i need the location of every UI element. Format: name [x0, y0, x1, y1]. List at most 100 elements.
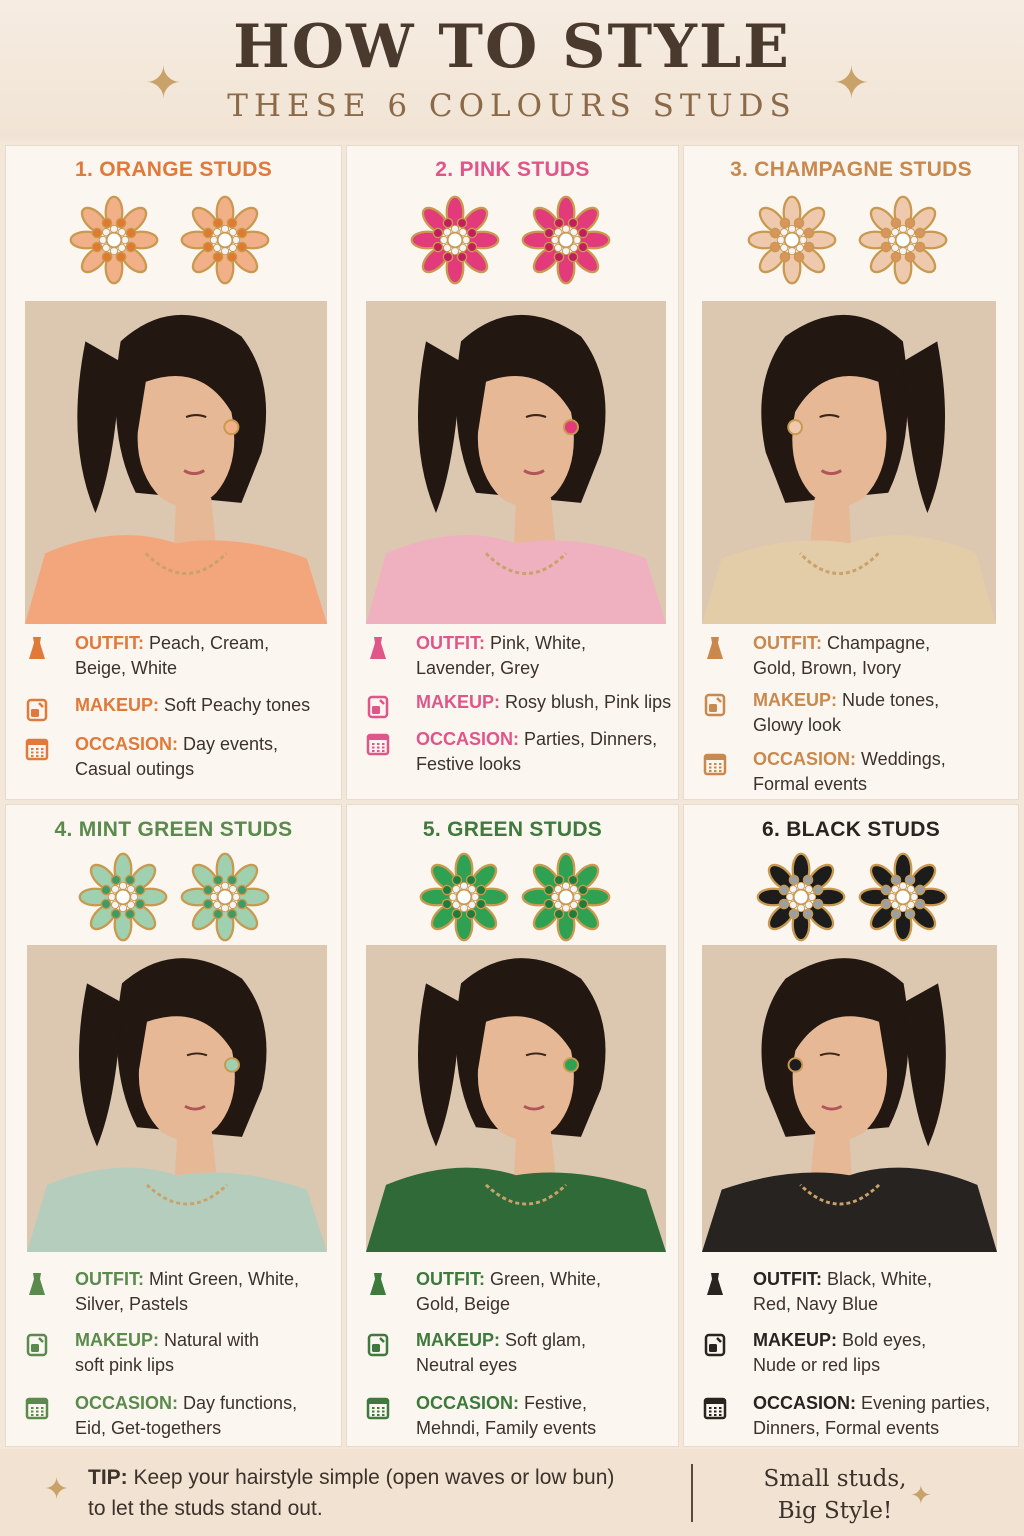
- dress-icon: [24, 635, 50, 661]
- calendar-icon: [365, 731, 391, 757]
- makeup-text: MAKEUP: Nude tones, Glowy look: [753, 688, 1012, 738]
- stud-pair: [347, 194, 678, 294]
- stud-earring-image: [418, 851, 510, 943]
- makeup-text: MAKEUP: Bold eyes, Nude or red lips: [753, 1328, 1012, 1378]
- occasion-label: OCCASION:: [75, 1393, 178, 1413]
- stud-pair: [347, 851, 678, 951]
- card-title: 5. GREEN STUDS: [422, 818, 603, 841]
- model-photo: [702, 301, 996, 624]
- divider: [691, 1464, 693, 1522]
- calendar-icon: [24, 736, 50, 762]
- occasion-text: OCCASION: Evening parties, Dinners, Forma…: [753, 1391, 1012, 1441]
- occasion-label: OCCASION:: [753, 749, 856, 769]
- occasion-value: Formal events: [753, 774, 868, 794]
- makeup-icon: [24, 697, 50, 723]
- occasion-value: Dinners, Formal events: [753, 1418, 940, 1438]
- occasion-value: Parties, Dinners,: [524, 729, 658, 749]
- makeup-text: MAKEUP: Soft glam, Neutral eyes: [416, 1328, 672, 1378]
- occasion-text: OCCASION: Parties, Dinners, Festive looks: [416, 727, 672, 777]
- makeup-text: MAKEUP: Natural with soft pink lips: [75, 1328, 335, 1378]
- stud-pair: [684, 194, 1018, 294]
- occasion-value: Casual outings: [75, 759, 195, 779]
- makeup-icon: [365, 1332, 391, 1358]
- tip-text: to let the studs stand out.: [88, 1497, 323, 1520]
- occasion-value: Day functions,: [183, 1393, 298, 1413]
- makeup-label: MAKEUP:: [75, 1330, 159, 1350]
- stud-pair: [6, 194, 341, 294]
- sparkle-icon: ✦: [833, 58, 870, 109]
- stud-earring-image: [68, 194, 160, 286]
- card-title: 3. CHAMPAGNE STUDS: [730, 158, 972, 181]
- makeup-icon: [24, 1332, 50, 1358]
- model-photo: [702, 945, 997, 1252]
- card-title: 6. BLACK STUDS: [761, 818, 941, 841]
- occasion-value: Eid, Get-togethers: [75, 1418, 222, 1438]
- dress-icon: [365, 1271, 391, 1297]
- outfit-text: OUTFIT: Pink, White, Lavender, Grey: [416, 631, 672, 681]
- makeup-value: Glowy look: [753, 715, 842, 735]
- makeup-value: Nude or red lips: [753, 1355, 881, 1375]
- outfit-value: Silver, Pastels: [75, 1294, 189, 1314]
- stud-earring-image: [77, 851, 169, 943]
- sparkle-icon: ✦: [145, 58, 182, 109]
- styling-tip: TIP: Keep your hairstyle simple (open wa…: [88, 1462, 678, 1524]
- makeup-text: MAKEUP: Soft Peachy tones: [75, 693, 335, 718]
- makeup-value: Nude tones,: [842, 690, 940, 710]
- style-card: 2. PINK STUDS OUTFIT: Pink, White, Lavende…: [346, 145, 679, 800]
- stud-pair: [6, 851, 341, 951]
- stud-earring-image: [746, 194, 838, 286]
- style-card: 1. ORANGE STUDS OUTFIT: Peach, Cream, Beig…: [5, 145, 342, 800]
- makeup-value: Soft glam,: [505, 1330, 587, 1350]
- outfit-text: OUTFIT: Mint Green, White, Silver, Pastel…: [75, 1267, 335, 1317]
- slogan-line: Small studs,: [763, 1466, 907, 1492]
- occasion-value: Festive,: [524, 1393, 588, 1413]
- outfit-value: Pink, White,: [490, 633, 587, 653]
- dress-icon: [365, 635, 391, 661]
- outfit-value: Mint Green, White,: [149, 1269, 300, 1289]
- stud-pair: [684, 851, 1018, 951]
- calendar-icon: [365, 1395, 391, 1421]
- stud-earring-image: [179, 851, 271, 943]
- makeup-label: MAKEUP:: [753, 1330, 837, 1350]
- makeup-value: Rosy blush, Pink lips: [505, 692, 672, 712]
- makeup-value: Natural with: [164, 1330, 260, 1350]
- tip-label: TIP:: [88, 1466, 128, 1489]
- outfit-value: Champagne,: [827, 633, 931, 653]
- occasion-value: Evening parties,: [861, 1393, 991, 1413]
- stud-earring-image: [857, 851, 949, 943]
- occasion-text: OCCASION: Day events, Casual outings: [75, 732, 335, 782]
- sparkle-icon: ✦: [910, 1481, 932, 1511]
- card-title: 4. MINT GREEN STUDS: [54, 818, 293, 841]
- makeup-label: MAKEUP:: [753, 690, 837, 710]
- dress-icon: [24, 1271, 50, 1297]
- occasion-value: Weddings,: [861, 749, 946, 769]
- outfit-label: OUTFIT:: [75, 633, 144, 653]
- model-photo: [366, 945, 666, 1252]
- outfit-text: OUTFIT: Champagne, Gold, Brown, Ivory: [753, 631, 1012, 681]
- outfit-label: OUTFIT:: [753, 633, 822, 653]
- dress-icon: [702, 635, 728, 661]
- makeup-label: MAKEUP:: [416, 692, 500, 712]
- outfit-text: OUTFIT: Green, White, Gold, Beige: [416, 1267, 672, 1317]
- style-grid: 1. ORANGE STUDS OUTFIT: Peach, Cream, Beig…: [5, 145, 1019, 1447]
- outfit-value: Red, Navy Blue: [753, 1294, 879, 1314]
- card-title: 2. PINK STUDS: [435, 158, 590, 181]
- makeup-icon: [365, 694, 391, 720]
- occasion-text: OCCASION: Festive, Mehndi, Family events: [416, 1391, 672, 1441]
- outfit-value: Gold, Beige: [416, 1294, 511, 1314]
- outfit-value: Green, White,: [490, 1269, 602, 1289]
- outfit-label: OUTFIT:: [416, 1269, 485, 1289]
- model-photo: [25, 301, 327, 624]
- outfit-label: OUTFIT:: [753, 1269, 822, 1289]
- model-photo: [366, 301, 666, 624]
- outfit-text: OUTFIT: Black, White, Red, Navy Blue: [753, 1267, 1012, 1317]
- stud-earring-image: [409, 194, 501, 286]
- outfit-value: Peach, Cream,: [149, 633, 270, 653]
- occasion-label: OCCASION:: [416, 729, 519, 749]
- header: HOW TO STYLE THESE 6 COLOURS STUDS ✦ ✦: [0, 0, 1024, 140]
- style-card: 4. MINT GREEN STUDS OUTFIT: Mint Green, W…: [5, 804, 342, 1447]
- occasion-label: OCCASION:: [75, 734, 178, 754]
- makeup-text: MAKEUP: Rosy blush, Pink lips: [416, 690, 672, 715]
- outfit-label: OUTFIT:: [75, 1269, 144, 1289]
- footer: ✦ TIP: Keep your hairstyle simple (open …: [0, 1449, 1024, 1536]
